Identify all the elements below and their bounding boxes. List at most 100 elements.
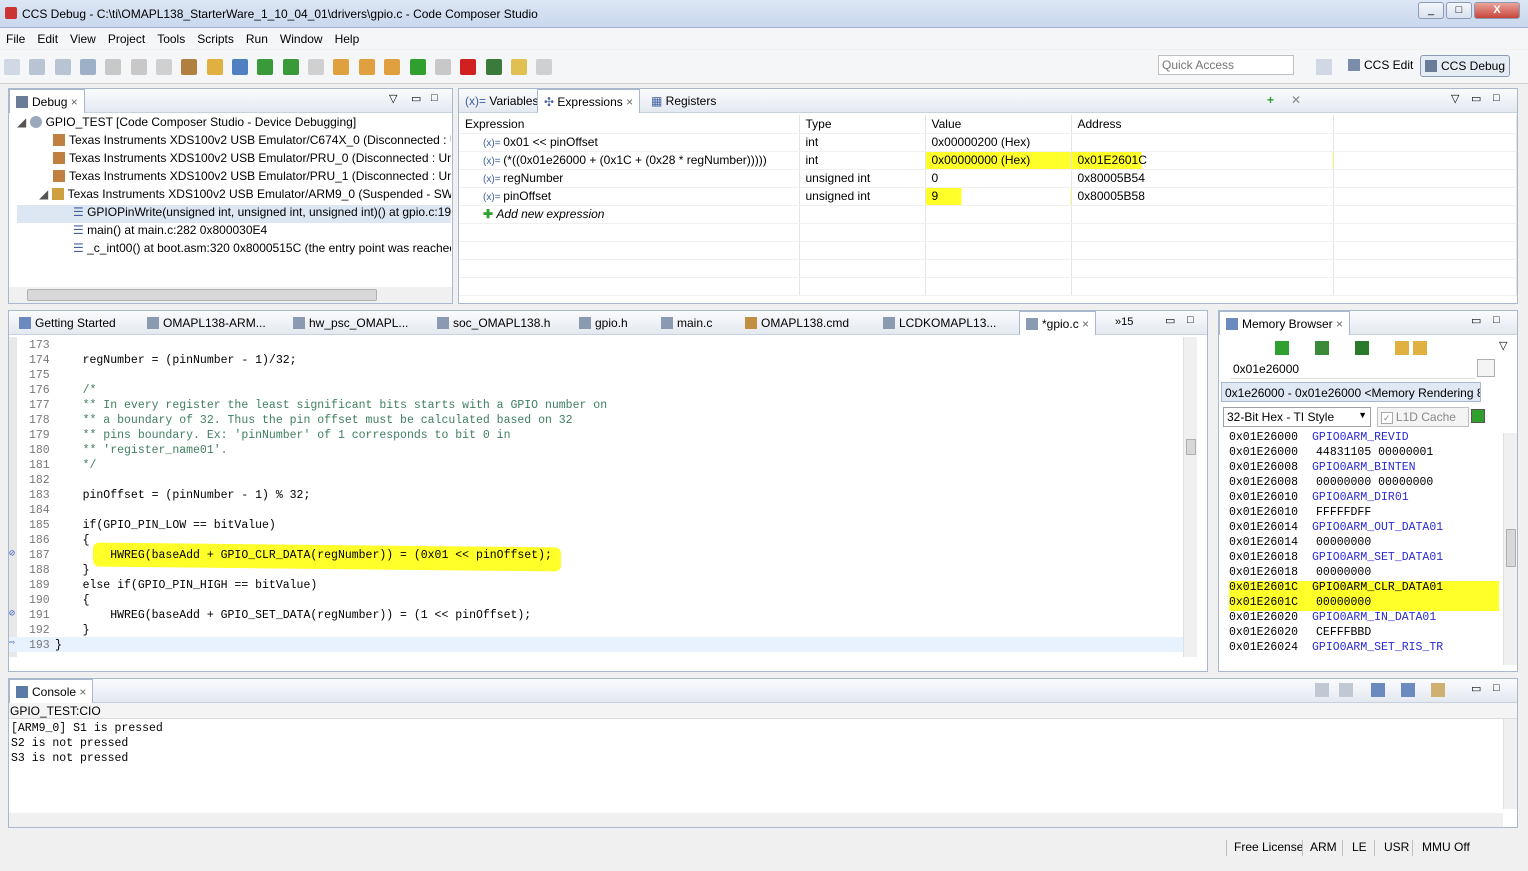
minimize-view-icon[interactable]: ▭ <box>1471 92 1481 105</box>
restart-icon[interactable] <box>358 59 375 75</box>
memory-row[interactable]: 0x01E26008 00000000 00000000 <box>1229 476 1499 491</box>
tree-item-project[interactable]: ◢ GPIO_TEST [Code Composer Studio - Devi… <box>17 115 451 133</box>
tab-lcdkomapl13[interactable]: LCDKOMAPL13... <box>877 311 1002 335</box>
memory-row[interactable]: 0x01E26020 GPIO0ARM_IN_DATA01 <box>1229 611 1499 626</box>
ccs-debug-perspective[interactable]: CCS Debug <box>1420 55 1511 77</box>
stack-frame-gpiopinwrite[interactable]: ☰ GPIOPinWrite(unsigned int, unsigned in… <box>17 205 451 223</box>
minimize-view-icon[interactable]: ▭ <box>411 92 421 105</box>
l1d-cache-checkbox[interactable]: ✓ L1D Cache <box>1377 407 1469 427</box>
pin-console-icon[interactable] <box>1371 683 1385 697</box>
reset-icon[interactable] <box>333 59 350 75</box>
maximize-view-icon[interactable]: □ <box>1493 92 1500 104</box>
clear-console-icon[interactable] <box>1315 683 1329 697</box>
new-icon[interactable] <box>4 59 20 75</box>
build-icon[interactable] <box>105 59 122 75</box>
maximize-button[interactable]: □ <box>1446 2 1472 19</box>
display-console-icon[interactable] <box>1401 683 1415 697</box>
tab-omapl138-cmd[interactable]: OMAPL138.cmd <box>739 311 855 335</box>
flash-icon[interactable] <box>232 59 249 75</box>
tab-memory-browser[interactable]: Memory Browser × <box>1219 311 1351 335</box>
color-icon[interactable] <box>1471 409 1485 423</box>
memory-vertical-scrollbar[interactable] <box>1503 433 1517 665</box>
load-icon[interactable] <box>130 59 147 75</box>
expression-row[interactable]: (x)= 0x01 << pinOffset int 0x00000200 (H… <box>459 133 1517 152</box>
menu-project[interactable]: Project <box>102 29 151 46</box>
step-into-icon[interactable] <box>257 59 274 75</box>
tree-item-pru1[interactable]: Texas Instruments XDS100v2 USB Emulator/… <box>17 169 451 187</box>
external-icon[interactable] <box>536 59 553 75</box>
expression-row[interactable]: (x)= (*((0x01e26000 + (0x1C + (0x28 * re… <box>459 151 1517 170</box>
menu-run[interactable]: Run <box>240 29 274 46</box>
stack-frame-main[interactable]: ☰ main() at main.c:282 0x800030E4 <box>17 223 451 241</box>
close-icon[interactable]: × <box>79 685 86 699</box>
memory-row[interactable]: 0x01E2601C 00000000 <box>1229 596 1499 611</box>
scroll-lock-icon[interactable] <box>1339 683 1353 697</box>
horizontal-scrollbar[interactable] <box>9 287 452 303</box>
tab-registers[interactable]: ▦ Registers <box>645 89 722 113</box>
memory-row[interactable]: 0x01E26008 GPIO0ARM_BINTEN <box>1229 461 1499 476</box>
memory-row[interactable]: 0x01E26000 44831105 00000001 <box>1229 446 1499 461</box>
column-address[interactable]: Address <box>1071 115 1334 134</box>
maximize-view-icon[interactable]: □ <box>1493 314 1500 326</box>
tree-item-arm9[interactable]: ◢ Texas Instruments XDS100v2 USB Emulato… <box>17 187 451 205</box>
tab-variables[interactable]: (x)= Variables <box>459 89 544 113</box>
memory-row[interactable]: 0x01E26024 GPIO0ARM_SET_RIS_TR <box>1229 641 1499 656</box>
more-tabs-button[interactable]: »15 <box>1109 311 1139 335</box>
close-icon[interactable]: × <box>1336 317 1343 331</box>
go-icon[interactable] <box>1477 359 1495 377</box>
menu-window[interactable]: Window <box>274 29 329 46</box>
code-editor[interactable]: 173 174 regNumber = (pinNumber - 1)/32; 17… <box>9 337 1183 657</box>
save-icon[interactable] <box>29 59 46 75</box>
console-vertical-scrollbar[interactable] <box>1503 719 1517 809</box>
view-menu-icon[interactable]: ▽ <box>389 92 397 105</box>
debug-icon[interactable] <box>181 59 198 75</box>
remove-expression-icon[interactable]: ✕ <box>1291 93 1301 107</box>
tree-item-c674x[interactable]: Texas Instruments XDS100v2 USB Emulator/… <box>17 133 451 151</box>
tab-debug[interactable]: Debug × <box>9 89 85 113</box>
breakpoint-icon[interactable]: ⊘ <box>9 548 15 560</box>
tree-item-pru0[interactable]: Texas Instruments XDS100v2 USB Emulator/… <box>17 151 451 169</box>
maximize-view-icon[interactable]: □ <box>1187 314 1194 326</box>
tab-omapl138-arm[interactable]: OMAPL138-ARM... <box>141 311 272 335</box>
scrollbar-thumb[interactable] <box>1186 439 1196 455</box>
menu-view[interactable]: View <box>64 29 102 46</box>
memory-row[interactable]: 0x01E26010 FFFFFDFF <box>1229 506 1499 521</box>
run-to-line-icon[interactable] <box>384 59 401 75</box>
pin-icon[interactable] <box>510 59 527 75</box>
expression-row[interactable]: (x)= pinOffset unsigned int 9 0x80005B58 <box>459 187 1517 206</box>
close-icon[interactable]: × <box>71 95 78 109</box>
save-all-icon[interactable] <box>54 59 71 75</box>
ccs-edit-perspective[interactable]: CCS Edit <box>1344 55 1417 77</box>
suspend-icon[interactable] <box>434 59 451 75</box>
tab-main-c[interactable]: main.c <box>655 311 718 335</box>
menu-tools[interactable]: Tools <box>151 29 191 46</box>
terminate-icon[interactable] <box>460 59 477 75</box>
stack-frame-c-int00[interactable]: ☰ _c_int00() at boot.asm:320 0x8000515C … <box>17 241 451 259</box>
editor-vertical-scrollbar[interactable] <box>1183 337 1197 657</box>
tab-gpio-h[interactable]: gpio.h <box>573 311 634 335</box>
close-icon[interactable]: × <box>626 95 633 109</box>
resume-icon[interactable] <box>409 59 426 75</box>
tab-memory-rendering[interactable]: 0x1e26000 - 0x01e26000 <Memory Rendering… <box>1221 382 1481 402</box>
memory-row[interactable]: 0x01E26000 GPIO0ARM_REVID <box>1229 431 1499 446</box>
refresh-icon[interactable] <box>1275 341 1289 355</box>
memory-row[interactable]: 0x01E26014 00000000 <box>1229 536 1499 551</box>
memory-row[interactable]: 0x01E26010 GPIO0ARM_DIR01 <box>1229 491 1499 506</box>
view-menu-icon[interactable]: ▽ <box>1451 92 1459 105</box>
menu-scripts[interactable]: Scripts <box>191 29 240 46</box>
save-memory-icon[interactable] <box>1315 341 1329 355</box>
breakpoint-icon[interactable] <box>156 59 173 75</box>
menu-file[interactable]: File <box>0 29 31 46</box>
tab-hw-psc[interactable]: hw_psc_OMAPL... <box>287 311 414 335</box>
memory-row[interactable]: 0x01E26014 GPIO0ARM_OUT_DATA01 <box>1229 521 1499 536</box>
step-over-icon[interactable] <box>282 59 299 75</box>
scrollbar-thumb[interactable] <box>27 289 377 301</box>
maximize-view-icon[interactable]: □ <box>431 92 438 104</box>
memory-row[interactable]: 0x01E26018 GPIO0ARM_SET_DATA01 <box>1229 551 1499 566</box>
tab-expressions[interactable]: ✣ Expressions × <box>537 89 641 113</box>
close-icon[interactable]: × <box>1082 317 1089 331</box>
memory-row[interactable]: 0x01E26020 CEFFFBBD <box>1229 626 1499 641</box>
back-icon[interactable] <box>1395 341 1409 355</box>
add-new-expression-row[interactable]: ✚ Add new expression <box>459 205 1517 224</box>
menu-help[interactable]: Help <box>329 29 366 46</box>
